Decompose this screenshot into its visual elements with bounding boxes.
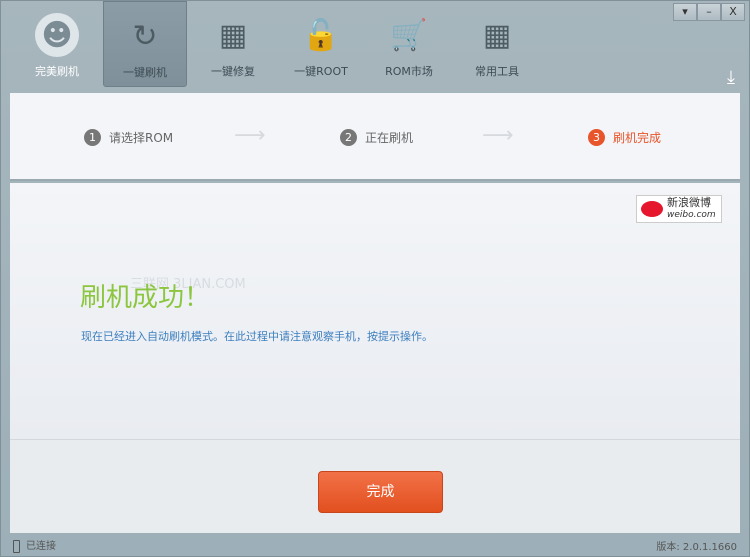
nav-tools[interactable]: ▦ 常用工具 — [455, 1, 539, 87]
nav-label: ROM市场 — [385, 65, 433, 78]
step-3: 3 刷机完成 — [588, 129, 661, 146]
app-window: ☻ 完美刷机 ↻ 一键刷机 ▦ 一键修复 🔓 一键ROOT 🛒 ROM市场 ▦ 常用工具 ▾… — [0, 0, 750, 557]
menu-button[interactable]: ▾ — [673, 3, 697, 21]
version-label: 版本: 2.0.1.1660 — [656, 541, 737, 553]
weibo-logo-icon — [641, 201, 663, 217]
step-2: 2 正在刷机 — [340, 129, 413, 146]
result-panel: 新浪微博 weibo.com 三联网 3LIAN.COM 刷机成功！ 现在已经进入… — [10, 183, 740, 439]
minimize-button[interactable]: – — [697, 3, 721, 21]
nav-one-click-flash[interactable]: ↻ 一键刷机 — [103, 1, 187, 87]
connection-label: 已连接 — [26, 541, 56, 553]
android-icon: ☻ — [35, 13, 79, 57]
nav-repair[interactable]: ▦ 一键修复 — [191, 1, 275, 87]
phone-icon — [13, 539, 20, 553]
step-label: 请选择ROM — [109, 131, 174, 145]
step-number: 2 — [340, 129, 357, 146]
tools-icon: ▦ — [482, 17, 512, 53]
nav-label: 完美刷机 — [35, 65, 79, 78]
cart-icon: 🛒 — [390, 17, 428, 53]
nav-rom-market[interactable]: 🛒 ROM市场 — [367, 1, 451, 87]
step-label: 刷机完成 — [613, 131, 662, 145]
step-number: 1 — [84, 129, 101, 146]
weibo-share-button[interactable]: 新浪微博 weibo.com — [636, 195, 722, 223]
nav-label: 一键刷机 — [123, 66, 167, 79]
weibo-sub: weibo.com — [667, 210, 716, 220]
nav-label: 一键ROOT — [294, 65, 348, 78]
close-button[interactable]: X — [721, 3, 745, 21]
success-description: 现在已经进入自动刷机模式。在此过程中请注意观察手机，按提示操作。 — [81, 330, 433, 343]
unlock-icon: 🔓 — [302, 17, 340, 53]
progress-steps: 1 请选择ROM ⟶ 2 正在刷机 ⟶ 3 刷机完成 — [10, 93, 740, 181]
tap-refresh-icon: ↻ — [132, 18, 158, 54]
arrow-right-icon: ⟶ — [234, 123, 266, 148]
toolbar: ☻ 完美刷机 ↻ 一键刷机 ▦ 一键修复 🔓 一键ROOT 🛒 ROM市场 ▦ 常用工具 ▾… — [1, 1, 749, 93]
success-title: 刷机成功！ — [80, 283, 211, 313]
action-bar: 完成 — [10, 439, 740, 533]
nav-label: 一键修复 — [211, 65, 255, 78]
done-button[interactable]: 完成 — [318, 471, 443, 513]
arrow-right-icon: ⟶ — [482, 123, 514, 148]
step-number: 3 — [588, 129, 605, 146]
download-icon[interactable]: ⤓ — [727, 67, 735, 88]
nav-label: 常用工具 — [475, 65, 519, 78]
repair-icon: ▦ — [218, 17, 248, 53]
connection-status: 已连接 — [13, 537, 56, 553]
weibo-label: 新浪微博 — [667, 196, 711, 209]
nav-perfect-flash[interactable]: ☻ 完美刷机 — [15, 1, 99, 87]
step-1: 1 请选择ROM — [84, 129, 173, 146]
nav-root[interactable]: 🔓 一键ROOT — [279, 1, 363, 87]
step-label: 正在刷机 — [365, 131, 414, 145]
status-bar: 已连接 版本: 2.0.1.1660 — [1, 534, 749, 556]
